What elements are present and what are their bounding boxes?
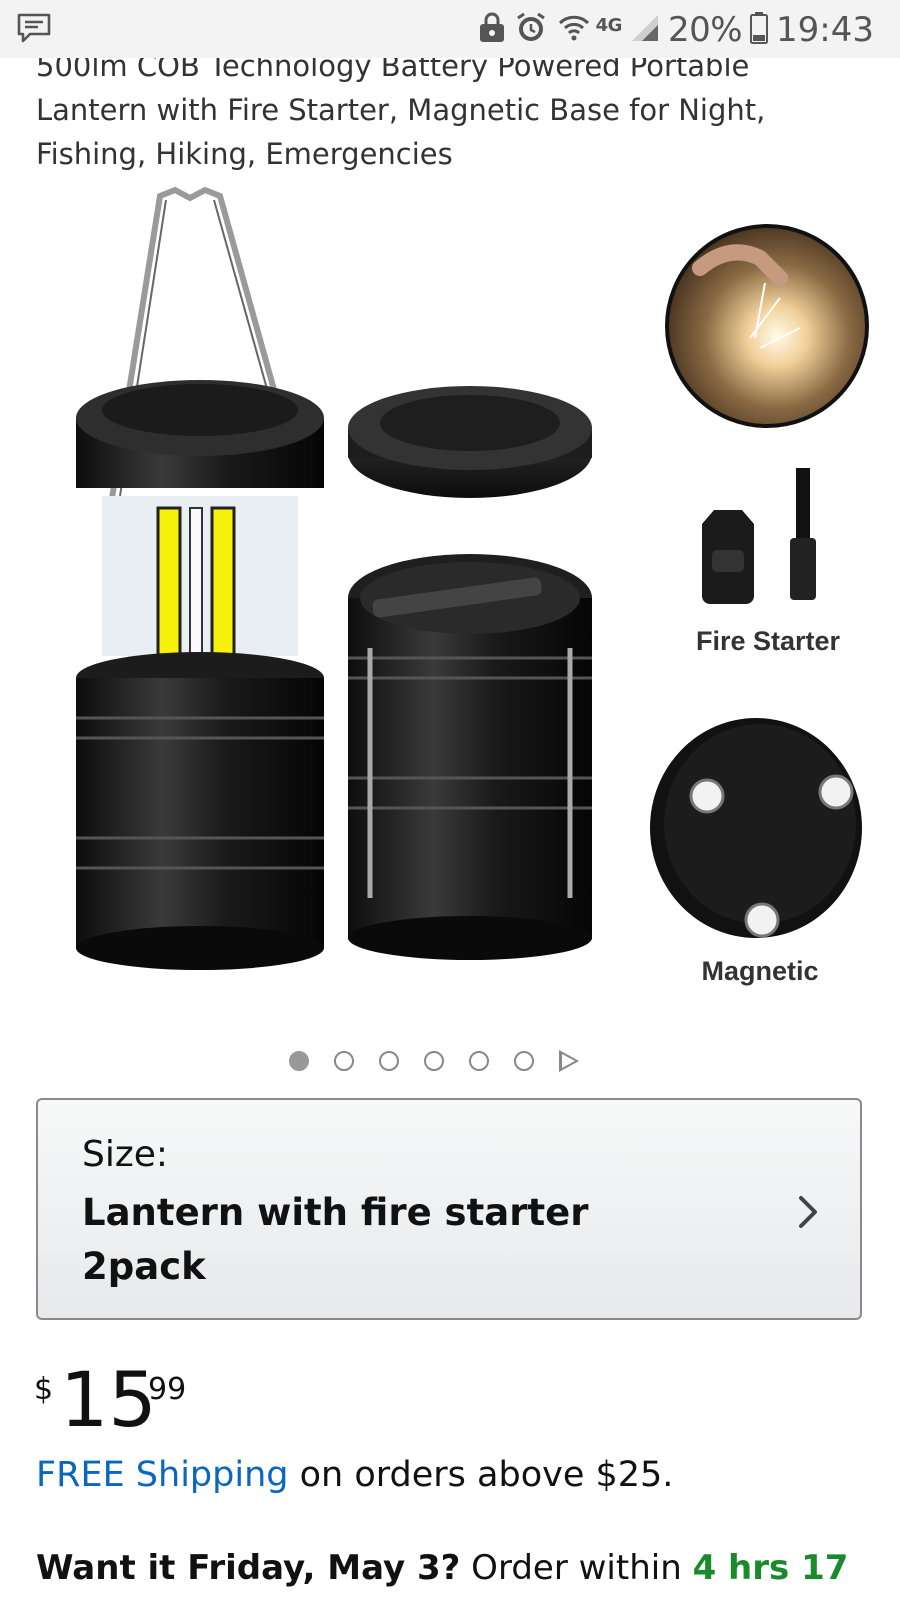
fire-starter-label: Fire Starter <box>696 626 841 656</box>
message-icon <box>16 12 52 49</box>
free-shipping-link[interactable]: FREE Shipping <box>36 1455 289 1495</box>
delivery-info: Want it Friday, May 3? Order within 4 hr… <box>36 1548 848 1588</box>
product-image[interactable]: Fire Starter Magnetic <box>0 178 900 1008</box>
price-whole: 15 <box>60 1355 157 1444</box>
status-bar: 4G 20% 19:43 <box>0 0 900 58</box>
size-value-line-1: Lantern with fire starter <box>82 1191 589 1234</box>
shipping-text: on orders above $25. <box>288 1455 674 1495</box>
size-value-line-2: 2pack <box>82 1245 206 1288</box>
size-label: Size: <box>82 1134 169 1175</box>
magnetic-label: Magnetic <box>701 956 818 986</box>
carousel-dot[interactable] <box>379 1051 399 1071</box>
price-fraction: 99 <box>148 1372 187 1407</box>
carousel-dot[interactable] <box>469 1051 489 1071</box>
alarm-icon <box>514 11 548 49</box>
status-icons: 4G 20% 19:43 <box>478 8 874 52</box>
delivery-countdown: 4 hrs 17 <box>692 1548 849 1588</box>
signal-icon <box>630 13 660 47</box>
carousel-next-icon[interactable] <box>559 1050 579 1072</box>
battery-icon <box>750 12 769 48</box>
size-selector[interactable]: Size: Lantern with fire starter 2pack <box>36 1098 862 1320</box>
price-currency-symbol: $ <box>34 1372 54 1407</box>
size-value: Lantern with fire starter 2pack <box>82 1186 642 1294</box>
fire-starter-tools-image <box>702 468 816 604</box>
lantern-closed-image <box>348 386 592 960</box>
delivery-date: Want it Friday, May 3? <box>36 1548 461 1588</box>
carousel-dot[interactable] <box>514 1051 534 1071</box>
carousel-dot[interactable] <box>289 1051 309 1071</box>
product-title: 500lm COB Technology Battery Powered Por… <box>36 49 766 171</box>
fire-starter-photo <box>665 224 869 428</box>
shipping-info: FREE Shipping on orders above $25. <box>36 1455 673 1495</box>
delivery-text: Order within <box>460 1548 693 1588</box>
carousel-dot[interactable] <box>424 1051 444 1071</box>
image-carousel-indicator <box>289 1050 579 1072</box>
network-type: 4G <box>595 14 623 36</box>
carousel-dot[interactable] <box>334 1051 354 1071</box>
lock-icon <box>478 12 506 48</box>
clock-time: 19:43 <box>776 10 874 50</box>
magnetic-base-image <box>650 718 862 938</box>
battery-percent: 20% <box>667 10 743 50</box>
lantern-open-image <box>76 186 324 970</box>
chevron-right-icon <box>796 1192 820 1237</box>
wifi-icon <box>556 11 592 49</box>
